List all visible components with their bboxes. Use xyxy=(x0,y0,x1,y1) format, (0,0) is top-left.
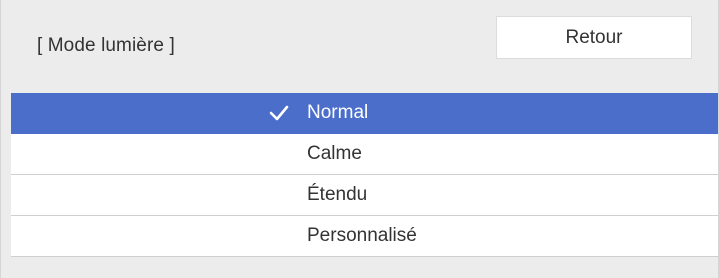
panel-title: [ Mode lumière ] xyxy=(37,35,175,56)
option-label: Personnalisé xyxy=(307,225,417,246)
option-label: Normal xyxy=(307,102,369,123)
panel-footer xyxy=(1,261,718,278)
option-label: Étendu xyxy=(307,184,368,205)
panel-header: [ Mode lumière ] Retour xyxy=(1,0,718,98)
checkmark-icon xyxy=(269,105,289,121)
option-etendu[interactable]: Étendu xyxy=(11,175,718,216)
option-calme[interactable]: Calme xyxy=(11,134,718,175)
option-label: Calme xyxy=(307,143,362,164)
option-normal[interactable]: Normal xyxy=(11,93,718,134)
light-mode-options-list: Normal Calme Étendu Personnalisé xyxy=(11,93,718,257)
option-personnalise[interactable]: Personnalisé xyxy=(11,216,718,257)
back-button[interactable]: Retour xyxy=(496,16,692,59)
light-mode-panel: [ Mode lumière ] Retour Normal Calme Éte… xyxy=(0,0,719,278)
